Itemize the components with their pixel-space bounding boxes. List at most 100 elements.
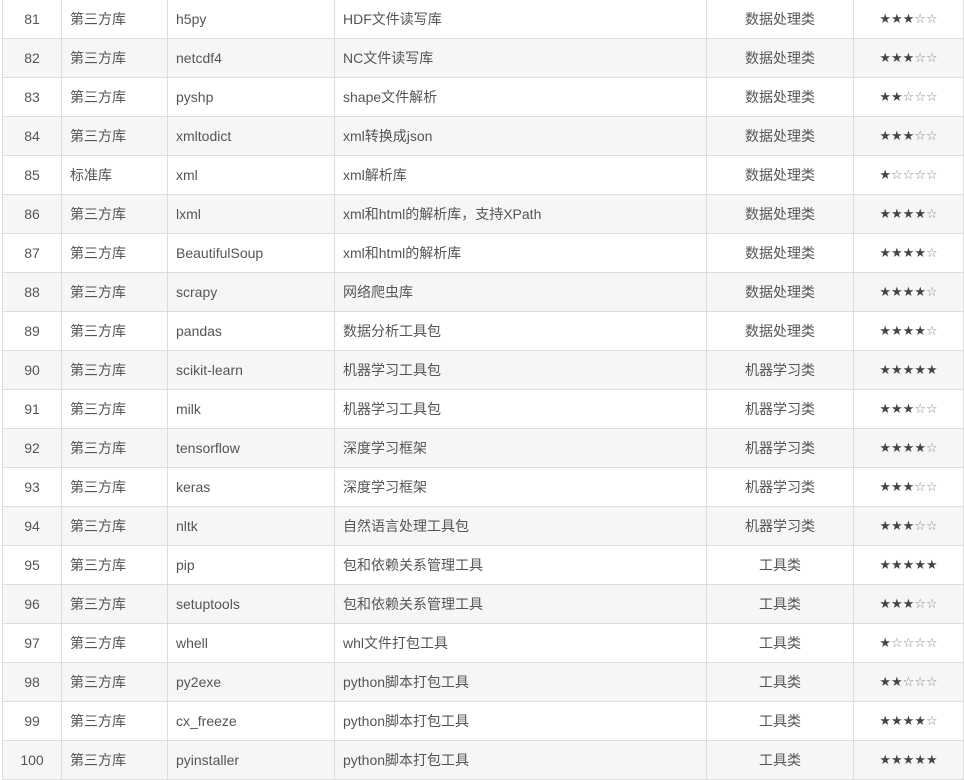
star-filled-icon: ★	[891, 479, 903, 494]
table-row: 85 标准库 xml xml解析库 数据处理类 ★☆☆☆☆	[2, 155, 964, 195]
library-description: 机器学习工具包	[334, 389, 707, 429]
library-category: 工具类	[706, 662, 854, 702]
library-name: scikit-learn	[167, 350, 335, 390]
star-filled-icon: ★	[902, 128, 915, 143]
star-filled-icon: ★	[925, 362, 938, 377]
star-filled-icon: ★	[925, 752, 938, 767]
star-rating: ★☆☆☆☆	[853, 623, 964, 663]
row-number: 93	[2, 467, 62, 507]
library-name: netcdf4	[167, 38, 335, 78]
library-description: python脚本打包工具	[334, 740, 707, 780]
star-empty-icon: ☆	[925, 89, 938, 104]
table-row: 92 第三方库 tensorflow 深度学习框架 机器学习类 ★★★★☆	[2, 428, 964, 468]
library-type: 第三方库	[61, 116, 168, 156]
star-empty-icon: ☆	[914, 674, 926, 689]
star-empty-icon: ☆	[925, 635, 938, 650]
star-empty-icon: ☆	[925, 440, 938, 455]
star-rating: ★★★★☆	[853, 233, 964, 273]
star-rating: ★★☆☆☆	[853, 662, 964, 702]
library-type: 第三方库	[61, 701, 168, 741]
table-row: 93 第三方库 keras 深度学习框架 机器学习类 ★★★☆☆	[2, 467, 964, 507]
table-row: 86 第三方库 lxml xml和html的解析库，支持XPath 数据处理类 ★★★★☆	[2, 194, 964, 234]
star-empty-icon: ☆	[925, 479, 938, 494]
star-empty-icon: ☆	[914, 518, 926, 533]
star-filled-icon: ★	[879, 167, 892, 182]
library-name: xmltodict	[167, 116, 335, 156]
table-row: 87 第三方库 BeautifulSoup xml和html的解析库 数据处理类 ★★★★…	[2, 233, 964, 273]
library-name: pyinstaller	[167, 740, 335, 780]
row-number: 100	[2, 740, 62, 780]
star-filled-icon: ★	[879, 284, 892, 299]
star-empty-icon: ☆	[925, 596, 938, 611]
star-empty-icon: ☆	[925, 713, 938, 728]
library-type: 第三方库	[61, 77, 168, 117]
library-category: 数据处理类	[706, 311, 854, 351]
star-filled-icon: ★	[925, 557, 938, 572]
star-filled-icon: ★	[879, 401, 892, 416]
star-filled-icon: ★	[891, 557, 903, 572]
library-description: whl文件打包工具	[334, 623, 707, 663]
star-rating: ★★☆☆☆	[853, 77, 964, 117]
star-filled-icon: ★	[879, 128, 892, 143]
row-number: 90	[2, 350, 62, 390]
library-name: keras	[167, 467, 335, 507]
row-number: 97	[2, 623, 62, 663]
library-description: 网络爬虫库	[334, 272, 707, 312]
star-empty-icon: ☆	[925, 128, 938, 143]
star-empty-icon: ☆	[902, 89, 915, 104]
table-row: 95 第三方库 pip 包和依赖关系管理工具 工具类 ★★★★★	[2, 545, 964, 585]
library-name: pandas	[167, 311, 335, 351]
star-empty-icon: ☆	[914, 479, 926, 494]
table-row: 88 第三方库 scrapy 网络爬虫库 数据处理类 ★★★★☆	[2, 272, 964, 312]
star-filled-icon: ★	[891, 713, 903, 728]
star-filled-icon: ★	[914, 752, 926, 767]
star-rating: ★★★☆☆	[853, 0, 964, 39]
library-category: 机器学习类	[706, 467, 854, 507]
star-filled-icon: ★	[879, 206, 892, 221]
library-name: pip	[167, 545, 335, 585]
star-filled-icon: ★	[879, 557, 892, 572]
library-description: HDF文件读写库	[334, 0, 707, 39]
star-empty-icon: ☆	[925, 323, 938, 338]
star-empty-icon: ☆	[914, 50, 926, 65]
star-filled-icon: ★	[902, 713, 915, 728]
star-filled-icon: ★	[891, 323, 903, 338]
star-filled-icon: ★	[902, 284, 915, 299]
library-type: 第三方库	[61, 584, 168, 624]
library-name: lxml	[167, 194, 335, 234]
star-filled-icon: ★	[902, 518, 915, 533]
library-type: 第三方库	[61, 623, 168, 663]
star-rating: ★★★★★	[853, 350, 964, 390]
star-filled-icon: ★	[879, 596, 892, 611]
library-type: 第三方库	[61, 389, 168, 429]
star-filled-icon: ★	[914, 362, 926, 377]
library-category: 工具类	[706, 545, 854, 585]
row-number: 87	[2, 233, 62, 273]
star-filled-icon: ★	[891, 89, 903, 104]
star-filled-icon: ★	[902, 11, 915, 26]
library-type: 第三方库	[61, 311, 168, 351]
library-category: 数据处理类	[706, 77, 854, 117]
row-number: 85	[2, 155, 62, 195]
library-description: 包和依赖关系管理工具	[334, 545, 707, 585]
star-empty-icon: ☆	[891, 635, 903, 650]
library-description: 自然语言处理工具包	[334, 506, 707, 546]
library-description: xml和html的解析库	[334, 233, 707, 273]
star-rating: ★★★★☆	[853, 701, 964, 741]
library-category: 工具类	[706, 623, 854, 663]
row-number: 95	[2, 545, 62, 585]
star-filled-icon: ★	[891, 11, 903, 26]
row-number: 81	[2, 0, 62, 39]
star-rating: ★★★☆☆	[853, 38, 964, 78]
row-number: 92	[2, 428, 62, 468]
library-name: h5py	[167, 0, 335, 39]
star-rating: ★★★★★	[853, 740, 964, 780]
library-table-body: 81 第三方库 h5py HDF文件读写库 数据处理类 ★★★☆☆ 82 第三方库 netcdf…	[2, 0, 964, 780]
star-filled-icon: ★	[902, 479, 915, 494]
star-filled-icon: ★	[902, 323, 915, 338]
star-empty-icon: ☆	[891, 167, 903, 182]
star-filled-icon: ★	[879, 752, 892, 767]
library-category: 工具类	[706, 584, 854, 624]
row-number: 98	[2, 662, 62, 702]
star-rating: ★★★★☆	[853, 428, 964, 468]
